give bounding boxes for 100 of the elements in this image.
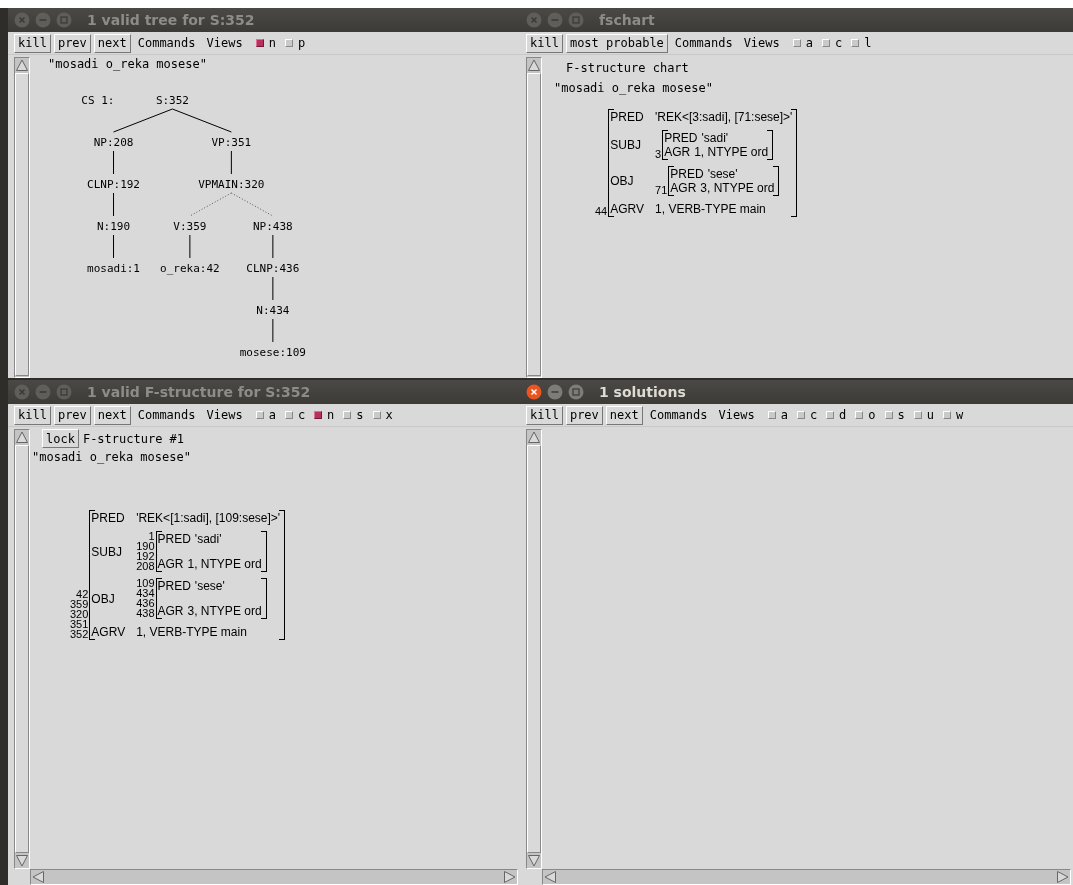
toolbar-button[interactable]: prev xyxy=(53,33,91,53)
toggle-indicator[interactable] xyxy=(255,39,264,47)
toolbar-button[interactable]: prev xyxy=(53,405,91,425)
attribute-value: 'sese' xyxy=(194,579,225,593)
tree-node[interactable]: VP:351 xyxy=(211,136,252,149)
lock-button[interactable]: lock xyxy=(42,429,79,448)
node-id: 190 xyxy=(136,541,155,551)
attribute-name: PRED xyxy=(91,511,126,525)
vertical-scrollbar[interactable] xyxy=(14,429,30,869)
menu-button[interactable]: Views xyxy=(202,36,247,50)
node-id: 208 xyxy=(136,561,155,571)
tree-node[interactable]: mosese:109 xyxy=(239,346,306,359)
node-id: 44 xyxy=(595,206,608,216)
attribute-value: 'REK<[1:sadi], [109:sese]>' xyxy=(136,511,281,525)
attribute-name: AGR xyxy=(157,604,185,618)
tree-label: CS 1: xyxy=(81,94,115,107)
attribute-value: 3, NTYPE ord xyxy=(700,181,775,195)
tree-node[interactable]: NP:438 xyxy=(253,220,293,233)
window-title: 1 valid tree for S:352 xyxy=(87,12,255,28)
attribute-name: SUBJ xyxy=(91,544,124,559)
node-id: 438 xyxy=(136,608,155,618)
attribute-name: AGRV xyxy=(91,625,127,639)
tree-node[interactable]: V:359 xyxy=(173,220,207,233)
attribute-value: 'REK<[3:sadi], [71:sese]>' xyxy=(655,110,793,124)
horizontal-scrollbar[interactable] xyxy=(30,869,518,885)
tree-branch xyxy=(113,108,173,133)
attribute-value: 1, NTYPE ord xyxy=(187,557,262,571)
toolbar-button[interactable]: most probable xyxy=(565,33,668,53)
toggle-label: c xyxy=(809,408,818,422)
scroll-right-icon[interactable] xyxy=(503,870,517,884)
toggle-label: s xyxy=(897,408,905,422)
toolbar-button[interactable]: kill xyxy=(14,405,51,425)
scroll-thumb[interactable] xyxy=(15,73,29,376)
node-id: 192 xyxy=(136,551,155,561)
vertical-scrollbar[interactable] xyxy=(526,57,542,378)
node-id: 109 xyxy=(136,578,155,588)
scroll-left-icon[interactable] xyxy=(543,870,557,884)
toggle-label: a xyxy=(780,408,788,422)
scroll-thumb[interactable] xyxy=(527,73,541,376)
toolbar-button[interactable]: next xyxy=(605,405,643,425)
menu-button[interactable]: Commands xyxy=(133,36,200,50)
horizontal-scrollbar[interactable] xyxy=(542,869,1071,885)
attribute-name: OBJ xyxy=(610,174,635,188)
tree-node[interactable]: N:434 xyxy=(256,304,290,317)
node-id: 320 xyxy=(70,609,89,619)
vertical-scrollbar[interactable] xyxy=(14,57,30,378)
minimize-icon[interactable] xyxy=(547,384,563,400)
attribute-name: AGRV xyxy=(610,202,646,216)
attribute-value: 'sadi' xyxy=(701,131,729,145)
window-title: 1 valid F-structure for S:352 xyxy=(87,384,311,400)
scroll-left-icon[interactable] xyxy=(31,870,45,884)
tree-node[interactable]: o_reka:42 xyxy=(160,262,220,275)
tree-node[interactable]: CLNP:436 xyxy=(246,262,300,275)
maximize-icon[interactable] xyxy=(568,384,584,400)
toggle-label: s xyxy=(356,408,364,422)
attribute-name: PRED xyxy=(670,167,705,181)
tree-node[interactable]: NP:208 xyxy=(93,136,134,149)
toggle-label: a xyxy=(805,36,813,50)
attribute-name: PRED xyxy=(664,131,699,145)
toggle-label: n xyxy=(327,408,335,422)
toolbar-button[interactable]: kill xyxy=(526,405,563,425)
node-id: 3 xyxy=(655,149,662,159)
toolbar-button[interactable]: next xyxy=(93,405,131,425)
tree-node[interactable]: S:352 xyxy=(155,94,189,107)
toggle-label: a xyxy=(268,408,276,422)
attribute-name: PRED xyxy=(157,579,192,593)
toggle-label: d xyxy=(839,408,847,422)
toolbar-button[interactable]: prev xyxy=(565,405,603,425)
toolbar-button[interactable]: next xyxy=(93,33,131,53)
toolbar-button[interactable]: kill xyxy=(14,33,51,53)
toggle-label: w xyxy=(956,408,964,422)
node-id: 434 xyxy=(136,588,155,598)
attribute-name: SUBJ xyxy=(610,138,642,152)
scroll-thumb[interactable] xyxy=(527,445,541,853)
toggle-indicator[interactable] xyxy=(314,411,323,419)
attribute-value: 'sadi' xyxy=(194,532,222,546)
menu-button[interactable]: Commands xyxy=(645,408,712,422)
vertical-scrollbar[interactable] xyxy=(526,429,542,869)
attribute-name: AGR xyxy=(664,145,692,159)
tree-node[interactable]: N:190 xyxy=(96,220,131,233)
tree-node[interactable]: mosadi:1 xyxy=(87,262,140,275)
close-icon[interactable] xyxy=(526,384,542,400)
attribute-name: OBJ xyxy=(91,591,116,606)
sentence-text: "mosadi o_reka mosese" xyxy=(554,81,714,95)
toggle-label: u xyxy=(926,408,935,422)
menu-button[interactable]: Commands xyxy=(133,408,200,422)
menu-button[interactable]: Commands xyxy=(670,36,737,50)
tree-node[interactable]: CLNP:192 xyxy=(87,178,140,191)
attribute-value: 'sese' xyxy=(707,167,738,181)
toolbar-button[interactable]: kill xyxy=(526,33,563,53)
toggle-label: l xyxy=(864,36,872,50)
attribute-name: PRED xyxy=(157,532,192,546)
attribute-value: 1, NTYPE ord xyxy=(694,145,769,159)
menu-button[interactable]: Views xyxy=(714,408,759,422)
tree-node[interactable]: VPMAIN:320 xyxy=(198,178,265,191)
scroll-thumb[interactable] xyxy=(15,445,29,853)
menu-button[interactable]: Views xyxy=(202,408,247,422)
scroll-right-icon[interactable] xyxy=(1056,870,1070,884)
attribute-value: 1, VERB-TYPE main xyxy=(136,625,247,639)
menu-button[interactable]: Views xyxy=(739,36,784,50)
